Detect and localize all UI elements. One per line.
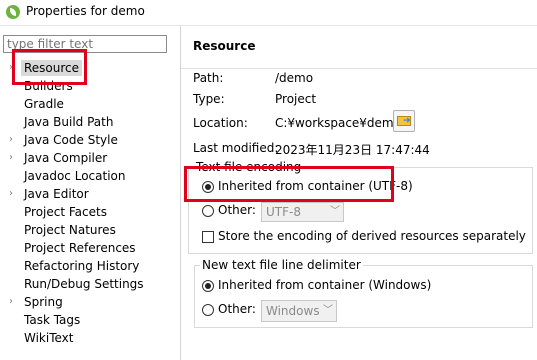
tree-item[interactable]: Project Natures (0, 221, 180, 239)
tree-item[interactable]: › Spring (0, 293, 180, 311)
tree-item[interactable]: › Java Code Style (0, 131, 180, 149)
path-label: Path: (193, 71, 224, 85)
type-label: Type: (193, 92, 225, 106)
encoding-other-value: UTF-8 (266, 205, 301, 219)
delimiter-other-radio[interactable] (202, 304, 214, 316)
type-value: Project (275, 92, 317, 106)
chevron-right-icon[interactable]: › (9, 131, 13, 149)
tree-item-label: Java Compiler (24, 151, 108, 165)
encoding-other-label: Other: (218, 203, 256, 217)
tree-item-label: WikiText (24, 331, 74, 345)
tree-item-label: Java Editor (24, 187, 89, 201)
tree-item-label: Project Natures (24, 223, 116, 237)
last-modified-label: Last modified: (193, 141, 279, 155)
page-title: Resource (193, 39, 256, 53)
chevron-right-icon[interactable]: › (9, 185, 13, 203)
chevron-down-icon: ﹀ (323, 305, 333, 316)
delimiter-other-label: Other: (218, 302, 256, 316)
annotation-highlight-resource (12, 49, 87, 85)
show-in-explorer-button[interactable]: ➜ (393, 110, 415, 132)
tree-item-label: Run/Debug Settings (24, 277, 144, 291)
tree-item-label: Refactoring History (24, 259, 140, 273)
tree-item[interactable]: Refactoring History (0, 257, 180, 275)
tree-item-label: Spring (24, 295, 63, 309)
tree-item[interactable]: Task Tags (0, 311, 180, 329)
window-title: Properties for demo (26, 4, 145, 18)
tree-item-label: Project References (24, 241, 136, 255)
path-value: /demo (275, 71, 314, 85)
tree-item[interactable]: Project Facets (0, 203, 180, 221)
delimiter-other-value: Windows (266, 304, 320, 318)
location-value: C:¥workspace¥demo (275, 116, 401, 130)
delimiter-inherited-radio[interactable] (202, 280, 214, 292)
chevron-right-icon[interactable]: › (9, 149, 13, 167)
last-modified-value: 2023年11月23日 17:47:44 (275, 143, 430, 157)
title-bar: Properties for demo (0, 0, 537, 26)
encoding-other-radio[interactable] (202, 205, 214, 217)
delimiter-inherited-label: Inherited from container (Windows) (218, 278, 432, 292)
tree-item-label: Javadoc Location (24, 169, 126, 183)
tree-item[interactable]: Gradle (0, 95, 180, 113)
tree-item[interactable]: Run/Debug Settings (0, 275, 180, 293)
chevron-down-icon: ﹀ (330, 206, 340, 217)
tree-item[interactable]: Project References (0, 239, 180, 257)
line-delimiter-legend: New text file line delimiter (202, 258, 361, 272)
tree-item[interactable]: › Java Editor (0, 185, 180, 203)
derived-encoding-label: Store the encoding of derived resources … (218, 229, 526, 243)
delimiter-other-combo[interactable]: Windows ﹀ (261, 300, 337, 322)
heading-separator (181, 68, 537, 69)
tree-item-label: Gradle (24, 97, 64, 111)
encoding-other-combo[interactable]: UTF-8 ﹀ (261, 202, 344, 222)
chevron-right-icon[interactable]: › (9, 293, 13, 311)
tree-item-label: Project Facets (24, 205, 107, 219)
tree-item[interactable]: WikiText (0, 329, 180, 347)
annotation-highlight-encoding (184, 166, 394, 202)
tree-item-label: Task Tags (24, 313, 81, 327)
derived-encoding-checkbox[interactable] (202, 231, 214, 243)
tree-item-label: Java Build Path (24, 115, 114, 129)
arrow-right-icon: ➜ (403, 116, 411, 126)
line-delimiter-group: New text file line delimiter (194, 258, 533, 328)
spring-app-icon (6, 5, 20, 19)
tree-item-label: Java Code Style (24, 133, 118, 147)
property-page-tree: › Resource Builders Gradle Java Build Path › J… (0, 59, 180, 347)
location-label: Location: (193, 116, 248, 130)
tree-item[interactable]: Java Build Path (0, 113, 180, 131)
tree-item[interactable]: › Java Compiler (0, 149, 180, 167)
tree-item[interactable]: Javadoc Location (0, 167, 180, 185)
